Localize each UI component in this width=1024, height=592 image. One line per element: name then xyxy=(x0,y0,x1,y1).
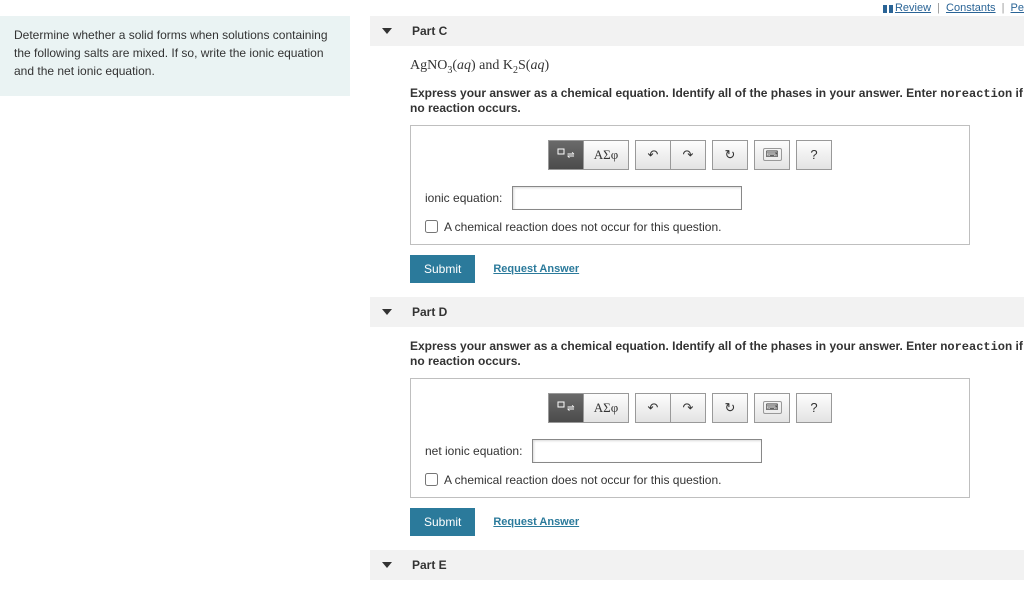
undo-button[interactable]: ↶ xyxy=(635,393,671,423)
redo-button[interactable]: ↷ xyxy=(670,140,706,170)
actions-row: Submit Request Answer xyxy=(410,508,1024,536)
request-answer-link[interactable]: Request Answer xyxy=(493,263,579,275)
reset-button[interactable]: ↻ xyxy=(712,140,748,170)
main-content: Part C AgNO3(aq) and K2S(aq) Express you… xyxy=(350,16,1024,592)
equation-toolbar: ⇌ ΑΣφ ↶ ↷ ↻ ⌨ ? xyxy=(425,140,955,170)
svg-text:⇌: ⇌ xyxy=(567,150,575,160)
part-c-title: Part C xyxy=(412,24,447,38)
template-button[interactable]: ⇌ xyxy=(548,140,584,170)
submit-button[interactable]: Submit xyxy=(410,508,475,536)
net-ionic-equation-input[interactable] xyxy=(532,439,762,463)
undo-button[interactable]: ↶ xyxy=(635,140,671,170)
greek-button[interactable]: ΑΣφ xyxy=(583,393,629,423)
review-icon xyxy=(883,4,893,12)
question-prompt: Determine whether a solid forms when sol… xyxy=(0,16,350,96)
reagents-text: AgNO3(aq) and K2S(aq) xyxy=(410,58,1024,76)
part-d-title: Part D xyxy=(412,305,447,319)
chevron-down-icon xyxy=(382,28,392,34)
actions-row: Submit Request Answer xyxy=(410,255,1024,283)
equation-field-row: net ionic equation: xyxy=(425,439,955,463)
submit-button[interactable]: Submit xyxy=(410,255,475,283)
chevron-down-icon xyxy=(382,562,392,568)
answer-box: ⇌ ΑΣφ ↶ ↷ ↻ ⌨ ? ionic equation: A chemic… xyxy=(410,125,970,245)
equation-field-row: ionic equation: xyxy=(425,186,955,210)
svg-text:⇌: ⇌ xyxy=(567,403,575,413)
no-reaction-label: A chemical reaction does not occur for t… xyxy=(444,473,721,487)
part-c-content: AgNO3(aq) and K2S(aq) Express your answe… xyxy=(370,58,1024,297)
review-link[interactable]: Review xyxy=(895,2,931,14)
top-nav: Review | Constants | Pe xyxy=(0,0,1024,16)
instruction-text: Express your answer as a chemical equati… xyxy=(410,339,1024,368)
separator: | xyxy=(937,2,940,14)
part-e-title: Part E xyxy=(412,558,447,572)
constants-link[interactable]: Constants xyxy=(946,2,996,14)
ionic-equation-input[interactable] xyxy=(512,186,742,210)
no-reaction-row: A chemical reaction does not occur for t… xyxy=(425,473,955,487)
keyboard-button[interactable]: ⌨ xyxy=(754,393,790,423)
template-button[interactable]: ⇌ xyxy=(548,393,584,423)
redo-button[interactable]: ↷ xyxy=(670,393,706,423)
field-label: net ionic equation: xyxy=(425,444,522,458)
field-label: ionic equation: xyxy=(425,191,502,205)
no-reaction-row: A chemical reaction does not occur for t… xyxy=(425,220,955,234)
answer-box: ⇌ ΑΣφ ↶ ↷ ↻ ⌨ ? net ionic equation: A ch… xyxy=(410,378,970,498)
greek-button[interactable]: ΑΣφ xyxy=(583,140,629,170)
separator: | xyxy=(1002,2,1005,14)
equation-toolbar: ⇌ ΑΣφ ↶ ↷ ↻ ⌨ ? xyxy=(425,393,955,423)
help-button[interactable]: ? xyxy=(796,140,832,170)
chevron-down-icon xyxy=(382,309,392,315)
prompt-text: Determine whether a solid forms when sol… xyxy=(14,28,328,78)
part-e-header[interactable]: Part E xyxy=(370,550,1024,580)
keyboard-button[interactable]: ⌨ xyxy=(754,140,790,170)
no-reaction-checkbox[interactable] xyxy=(425,220,438,233)
periodic-link[interactable]: Pe xyxy=(1011,2,1024,14)
no-reaction-label: A chemical reaction does not occur for t… xyxy=(444,220,721,234)
part-d-header[interactable]: Part D xyxy=(370,297,1024,327)
part-d-content: Express your answer as a chemical equati… xyxy=(370,339,1024,550)
reset-button[interactable]: ↻ xyxy=(712,393,748,423)
no-reaction-checkbox[interactable] xyxy=(425,473,438,486)
part-c-header[interactable]: Part C xyxy=(370,16,1024,46)
request-answer-link[interactable]: Request Answer xyxy=(493,516,579,528)
help-button[interactable]: ? xyxy=(796,393,832,423)
instruction-text: Express your answer as a chemical equati… xyxy=(410,86,1024,115)
